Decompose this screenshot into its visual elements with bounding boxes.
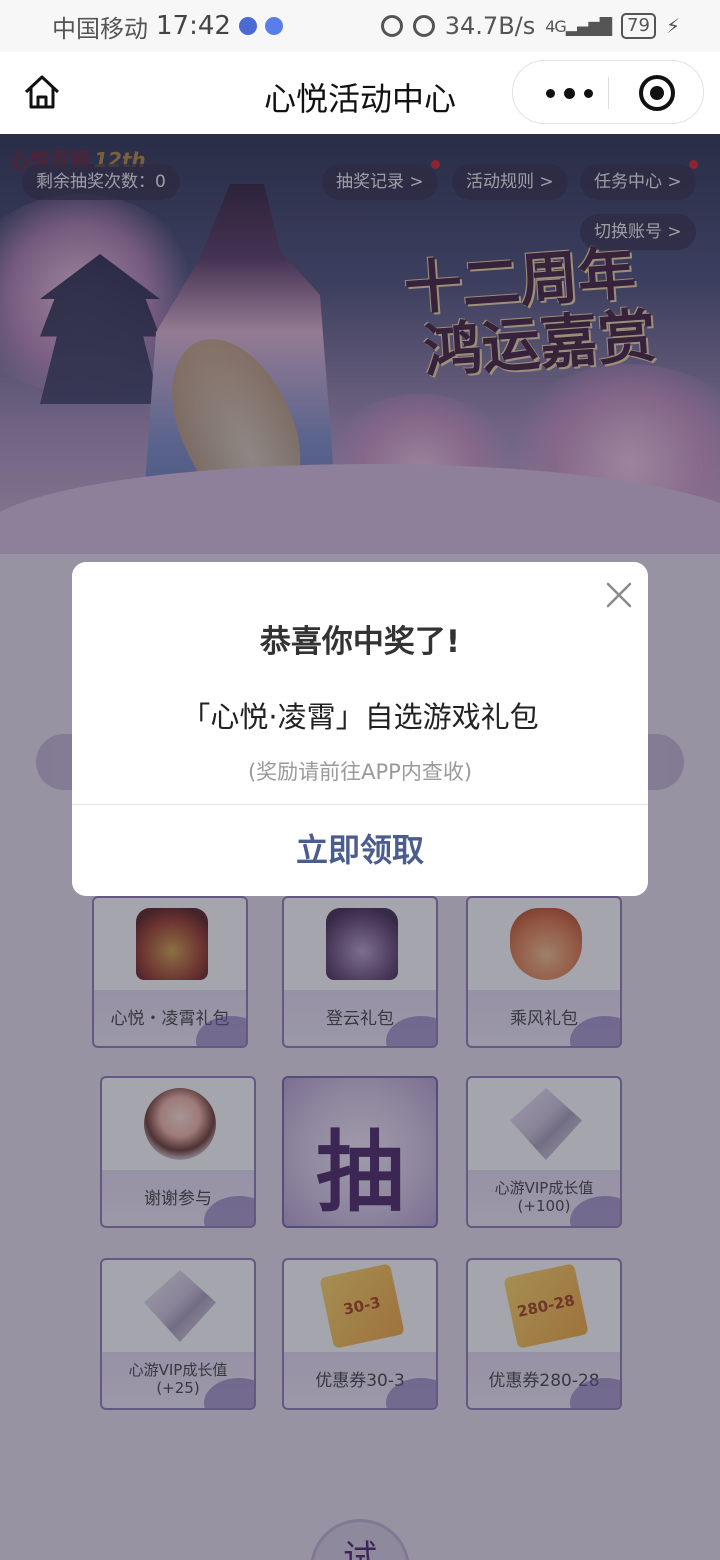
notification-app-icon	[238, 17, 257, 35]
net-speed: 34.7B/s	[444, 12, 536, 40]
close-miniprogram-icon[interactable]	[639, 75, 675, 111]
prize-note: (奖励请前往APP内查收)	[247, 760, 473, 784]
nav-bar: 心悦活动中心	[0, 52, 720, 134]
dialog-title: 恭喜你中奖了!	[259, 624, 461, 660]
alarm-icon	[412, 15, 435, 37]
close-icon[interactable]	[604, 580, 634, 610]
speedometer-icon	[380, 15, 403, 37]
charging-icon: ⚡	[665, 14, 680, 38]
music-icon	[264, 17, 283, 35]
prize-dialog: 恭喜你中奖了! 「心悦·凌霄」自选游戏礼包 (奖励请前往APP内查收) 立即领取	[72, 562, 648, 896]
battery-icon: 79	[621, 13, 656, 39]
carrier-name: 中国移动	[52, 14, 148, 43]
prize-name: 「心悦·凌霄」自选游戏礼包	[181, 700, 539, 734]
clock: 17:42	[156, 11, 231, 41]
status-bar: 中国移动 17:42 34.7B/s 4G▂▄▆█ 79 ⚡	[0, 0, 720, 52]
claim-now-button[interactable]: 立即领取	[72, 804, 648, 896]
more-menu-icon[interactable]	[539, 83, 599, 103]
capsule-divider	[608, 77, 609, 109]
signal-icon: 4G▂▄▆█	[545, 16, 612, 36]
miniprogram-capsule	[512, 60, 704, 124]
